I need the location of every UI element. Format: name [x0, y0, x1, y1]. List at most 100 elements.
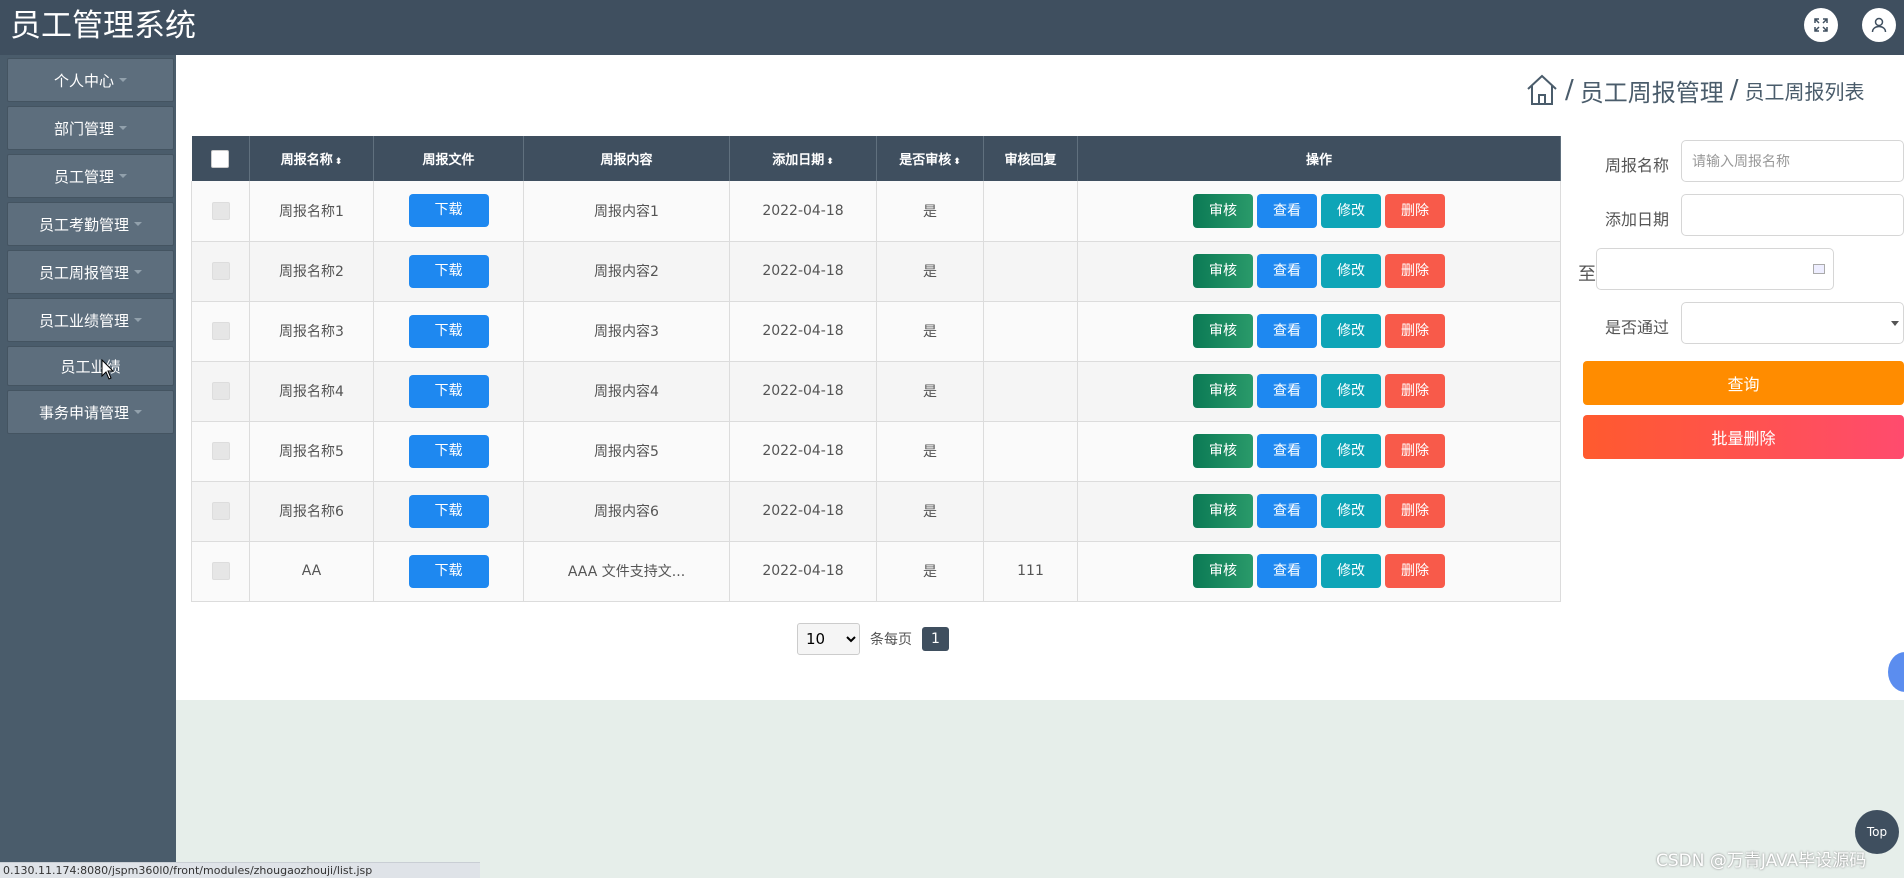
edit-button[interactable]: 修改 — [1321, 193, 1381, 228]
row-checkbox[interactable] — [211, 201, 230, 220]
view-button[interactable]: 查看 — [1257, 434, 1317, 468]
sidebar-item-performance[interactable]: 员工业绩 — [7, 346, 174, 386]
download-button[interactable]: 下载 — [408, 314, 489, 348]
edit-button[interactable]: 修改 — [1321, 254, 1381, 288]
review-button[interactable]: 审核 — [1193, 314, 1253, 348]
delete-button[interactable]: 删除 — [1385, 434, 1445, 468]
cell-reply — [983, 421, 1078, 482]
pagination: 10 条每页 1 — [797, 623, 949, 655]
edit-button[interactable]: 修改 — [1321, 314, 1381, 348]
caret-down-icon — [134, 270, 142, 274]
watermark: CSDN @万青JAVA毕设源码 — [1656, 851, 1867, 871]
fullscreen-icon — [1814, 18, 1828, 32]
cell-content: 周报内容5 — [523, 421, 730, 482]
delete-button[interactable]: 删除 — [1385, 374, 1445, 408]
date-start-input[interactable] — [1681, 194, 1904, 236]
sidebar-item-attendance[interactable]: 员工考勤管理 — [7, 202, 174, 246]
table-row: 周报名称2 下载 周报内容2 2022-04-18 是 审核 查看 修改 删除 — [191, 241, 1561, 302]
chevron-down-icon — [1891, 321, 1899, 326]
row-checkbox[interactable] — [211, 442, 230, 460]
sidebar-item-personal-center[interactable]: 个人中心 — [7, 58, 174, 102]
sidebar-item-label: 员工管理 — [53, 167, 114, 186]
cell-content: 周报内容2 — [523, 241, 730, 302]
download-button[interactable]: 下载 — [408, 194, 489, 228]
download-button[interactable]: 下载 — [408, 374, 489, 408]
table-row: 周报名称1 下载 周报内容1 2022-04-18 是 审核 查看 修改 删除 — [191, 181, 1561, 242]
review-button[interactable]: 审核 — [1193, 554, 1253, 588]
delete-button[interactable]: 删除 — [1385, 254, 1445, 288]
cell-date: 2022-04-18 — [729, 481, 877, 542]
sidebar-item-label: 员工业绩管理 — [38, 311, 129, 330]
download-button[interactable]: 下载 — [408, 494, 489, 528]
home-icon[interactable] — [1525, 73, 1559, 107]
view-button[interactable]: 查看 — [1257, 554, 1317, 588]
cell-content: AAA 文件支持文... — [523, 541, 730, 602]
delete-button[interactable]: 删除 — [1385, 193, 1445, 228]
cell-name: 周报名称5 — [249, 421, 374, 482]
page-size-select[interactable]: 10 — [797, 623, 860, 655]
select-all-header[interactable] — [191, 136, 250, 181]
sidebar-item-departments[interactable]: 部门管理 — [7, 106, 174, 150]
delete-button[interactable]: 删除 — [1385, 314, 1445, 348]
row-checkbox[interactable] — [211, 262, 230, 280]
view-button[interactable]: 查看 — [1257, 254, 1317, 288]
edit-button[interactable]: 修改 — [1321, 554, 1381, 588]
column-header-reviewed[interactable]: 是否审核 ⬍ — [876, 136, 984, 181]
download-button[interactable]: 下载 — [408, 254, 489, 288]
sidebar-item-performance-management[interactable]: 员工业绩管理 — [7, 298, 174, 342]
name-search-input[interactable]: 请输入周报名称 — [1681, 140, 1904, 182]
column-header-actions: 操作 — [1077, 136, 1561, 181]
breadcrumb-section[interactable]: 员工周报管理 — [1580, 73, 1724, 108]
date-end-input[interactable] — [1596, 248, 1834, 290]
review-button[interactable]: 审核 — [1193, 254, 1253, 288]
download-button[interactable]: 下载 — [408, 554, 489, 588]
cell-date: 2022-04-18 — [729, 361, 877, 422]
passed-select[interactable] — [1681, 302, 1904, 344]
weekly-report-table: 周报名称 ⬍ 周报文件 周报内容 添加日期 ⬍ 是否审核 ⬍ 审核回复 操作 周报名称… — [191, 136, 1561, 602]
fullscreen-button[interactable] — [1804, 8, 1838, 42]
caret-down-icon — [119, 126, 127, 130]
column-header-name[interactable]: 周报名称 ⬍ — [249, 136, 374, 181]
sidebar-item-label: 个人中心 — [53, 71, 114, 90]
cell-reviewed: 是 — [876, 181, 984, 242]
review-button[interactable]: 审核 — [1193, 494, 1253, 528]
row-checkbox[interactable] — [211, 322, 230, 340]
sidebar-item-affairs[interactable]: 事务申请管理 — [7, 390, 174, 434]
cell-name: 周报名称4 — [249, 361, 374, 422]
delete-button[interactable]: 删除 — [1385, 554, 1445, 588]
page-number-current[interactable]: 1 — [922, 627, 949, 651]
batch-delete-button[interactable]: 批量删除 — [1583, 415, 1904, 459]
user-button[interactable] — [1862, 8, 1896, 42]
column-header-content: 周报内容 — [523, 136, 730, 181]
review-button[interactable]: 审核 — [1193, 434, 1253, 468]
view-button[interactable]: 查看 — [1257, 314, 1317, 348]
search-button[interactable]: 查询 — [1583, 361, 1904, 405]
edit-button[interactable]: 修改 — [1321, 494, 1381, 528]
cell-name: AA — [249, 541, 374, 602]
sidebar: 个人中心 部门管理 员工管理 员工考勤管理 员工周报管理 员工业绩管理 员工业绩… — [0, 55, 176, 878]
delete-button[interactable]: 删除 — [1385, 494, 1445, 528]
cell-reviewed: 是 — [876, 541, 984, 602]
view-button[interactable]: 查看 — [1257, 193, 1317, 228]
review-button[interactable]: 审核 — [1193, 193, 1253, 228]
per-page-label: 条每页 — [870, 632, 912, 648]
name-label: 周报名称 — [1605, 156, 1670, 175]
row-checkbox[interactable] — [211, 382, 230, 400]
column-header-date[interactable]: 添加日期 ⬍ — [729, 136, 877, 181]
sidebar-item-employees[interactable]: 员工管理 — [7, 154, 174, 198]
cell-name: 周报名称1 — [249, 181, 374, 242]
column-header-file: 周报文件 — [373, 136, 524, 181]
select-all-checkbox[interactable] — [211, 149, 230, 168]
sidebar-item-weekly-reports[interactable]: 员工周报管理 — [7, 250, 174, 294]
view-button[interactable]: 查看 — [1257, 494, 1317, 528]
calendar-icon[interactable] — [1813, 264, 1825, 274]
date-label: 添加日期 — [1605, 210, 1670, 229]
row-checkbox[interactable] — [211, 502, 230, 520]
review-button[interactable]: 审核 — [1193, 374, 1253, 408]
edit-button[interactable]: 修改 — [1321, 434, 1381, 468]
download-button[interactable]: 下载 — [408, 434, 489, 468]
sidebar-item-label: 事务申请管理 — [38, 403, 129, 422]
row-checkbox[interactable] — [211, 562, 230, 580]
edit-button[interactable]: 修改 — [1321, 374, 1381, 408]
view-button[interactable]: 查看 — [1257, 374, 1317, 408]
